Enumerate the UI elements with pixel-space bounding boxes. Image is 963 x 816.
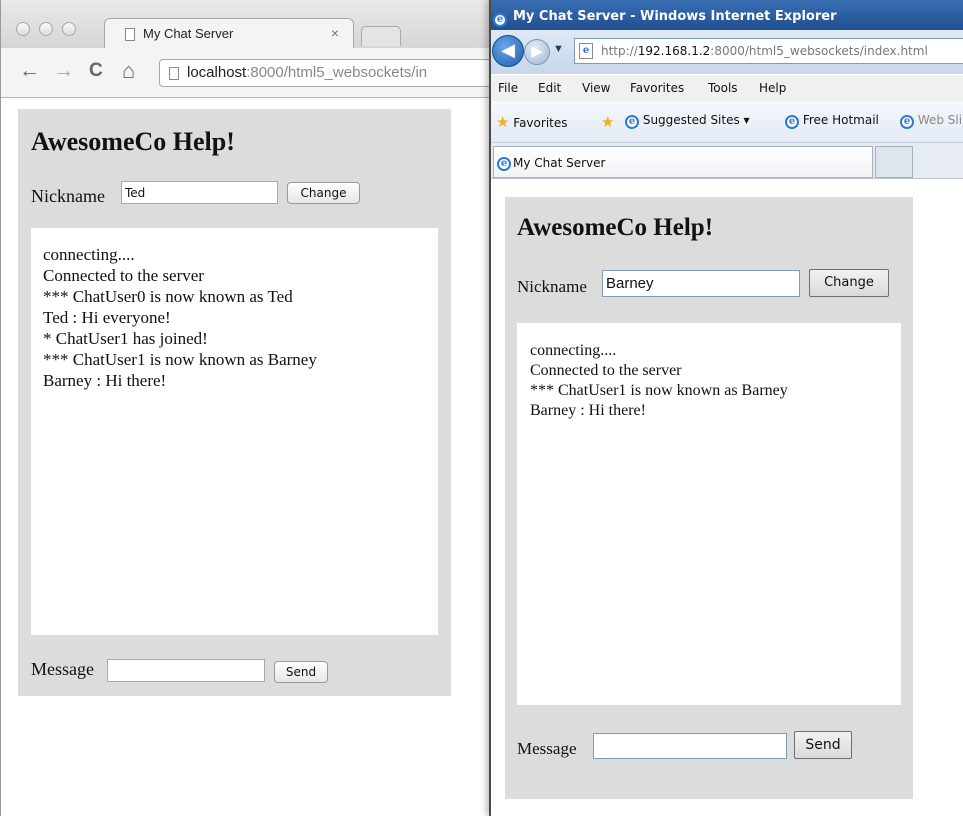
- add-favorite-icon[interactable]: ★: [601, 113, 614, 131]
- menu-help[interactable]: Help: [759, 81, 786, 95]
- message-input[interactable]: [107, 659, 265, 682]
- ie-favorites-bar: ★ Favorites ★ e Suggested Sites ▾ e Free…: [491, 101, 963, 143]
- chrome-toolbar: ← → C ⌂ localhost:8000/html5_websockets/…: [1, 48, 490, 98]
- ie-tab-title: My Chat Server: [513, 156, 606, 170]
- reload-icon[interactable]: C: [89, 59, 103, 83]
- chat-log: connecting.... Connected to the server ***…: [517, 323, 901, 705]
- zoom-window-icon[interactable]: [62, 22, 76, 36]
- chat-message: *** ChatUser1 is now known as Barney: [43, 350, 317, 369]
- ie-url: http://192.168.1.2:8000/html5_websockets…: [601, 44, 928, 58]
- back-icon[interactable]: ◀: [492, 35, 524, 67]
- chat-message: Connected to the server: [43, 266, 204, 285]
- ie-address-bar[interactable]: e http://192.168.1.2:8000/html5_websocke…: [574, 38, 963, 64]
- nickname-label: Nickname: [517, 277, 587, 296]
- chat-message: Barney : Hi there!: [43, 371, 167, 390]
- chat-panel: AwesomeCo Help! Nickname Change connecti…: [505, 197, 913, 799]
- new-tab-button[interactable]: [361, 26, 401, 46]
- ie-tab-row: e My Chat Server: [491, 143, 963, 179]
- chrome-tab-title: My Chat Server: [143, 26, 234, 41]
- ie-tab-icon: e: [497, 155, 511, 171]
- minimize-window-icon[interactable]: [39, 22, 53, 36]
- forward-icon[interactable]: →: [53, 59, 74, 83]
- menu-view[interactable]: View: [582, 81, 610, 95]
- chrome-window: My Chat Server × ← → C ⌂ localhost:8000/…: [0, 0, 490, 816]
- history-dropdown-icon[interactable]: ▼: [553, 43, 564, 55]
- chat-panel: AwesomeCo Help! Nickname Change connecti…: [18, 109, 451, 696]
- chat-message: Connected to the server: [530, 362, 682, 379]
- page-title: AwesomeCo Help!: [31, 127, 235, 156]
- chrome-tab-strip: My Chat Server ×: [1, 0, 490, 50]
- message-label: Message: [517, 739, 577, 758]
- chat-message: connecting....: [530, 342, 617, 359]
- send-button[interactable]: Send: [274, 661, 328, 683]
- menu-favorites[interactable]: Favorites: [630, 81, 684, 95]
- favorites-button[interactable]: ★ Favorites: [496, 113, 568, 131]
- ie-tab[interactable]: e My Chat Server: [493, 146, 873, 178]
- back-icon[interactable]: ←: [19, 59, 40, 83]
- page-title: AwesomeCo Help!: [517, 214, 714, 241]
- chat-log: connecting.... Connected to the server ***…: [31, 228, 438, 635]
- close-window-icon[interactable]: [16, 22, 30, 36]
- chat-message: Barney : Hi there!: [530, 402, 646, 419]
- ie-new-tab-button[interactable]: [875, 146, 913, 178]
- nickname-label: Nickname: [31, 186, 105, 206]
- chrome-url: localhost:8000/html5_websockets/in: [187, 64, 428, 81]
- ie-menu-bar: File Edit View Favorites Tools Help: [491, 75, 963, 101]
- forward-icon[interactable]: ▶: [524, 39, 550, 65]
- ie-page-icon: e: [579, 43, 593, 59]
- send-button[interactable]: Send: [794, 731, 852, 759]
- message-label: Message: [31, 659, 94, 679]
- chat-message: *** ChatUser1 is now known as Barney: [530, 382, 788, 399]
- ie-window: e My Chat Server - Windows Internet Expl…: [489, 0, 963, 816]
- tab-close-icon[interactable]: ×: [331, 25, 339, 41]
- web-slice-link[interactable]: e Web Sli: [900, 113, 962, 129]
- chat-message: Ted : Hi everyone!: [43, 308, 171, 327]
- menu-tools[interactable]: Tools: [708, 81, 738, 95]
- page-icon: [169, 67, 179, 80]
- chrome-address-bar[interactable]: localhost:8000/html5_websockets/in: [159, 59, 490, 87]
- star-icon: ★: [496, 113, 510, 131]
- nickname-input[interactable]: [121, 181, 278, 204]
- nickname-input[interactable]: [602, 270, 800, 297]
- chat-message: *** ChatUser0 is now known as Ted: [43, 287, 293, 306]
- chat-message: connecting....: [43, 245, 135, 264]
- ie-title-bar: e My Chat Server - Windows Internet Expl…: [491, 0, 963, 34]
- change-button[interactable]: Change: [287, 182, 360, 204]
- ie-logo-icon: e: [493, 9, 507, 27]
- menu-edit[interactable]: Edit: [538, 81, 561, 95]
- free-hotmail-link[interactable]: e Free Hotmail: [785, 113, 879, 129]
- home-icon[interactable]: ⌂: [122, 59, 135, 83]
- menu-file[interactable]: File: [498, 81, 518, 95]
- change-button[interactable]: Change: [809, 269, 889, 297]
- suggested-sites-button[interactable]: e Suggested Sites ▾: [625, 113, 750, 129]
- page-icon: [125, 28, 135, 41]
- chat-message: * ChatUser1 has joined!: [43, 329, 208, 348]
- ie-address-row: ◀ ▶ ▼ e http://192.168.1.2:8000/html5_we…: [491, 30, 963, 74]
- ie-window-title: My Chat Server - Windows Internet Explor…: [513, 9, 837, 24]
- chrome-tab[interactable]: My Chat Server ×: [104, 18, 354, 50]
- message-input[interactable]: [593, 733, 787, 759]
